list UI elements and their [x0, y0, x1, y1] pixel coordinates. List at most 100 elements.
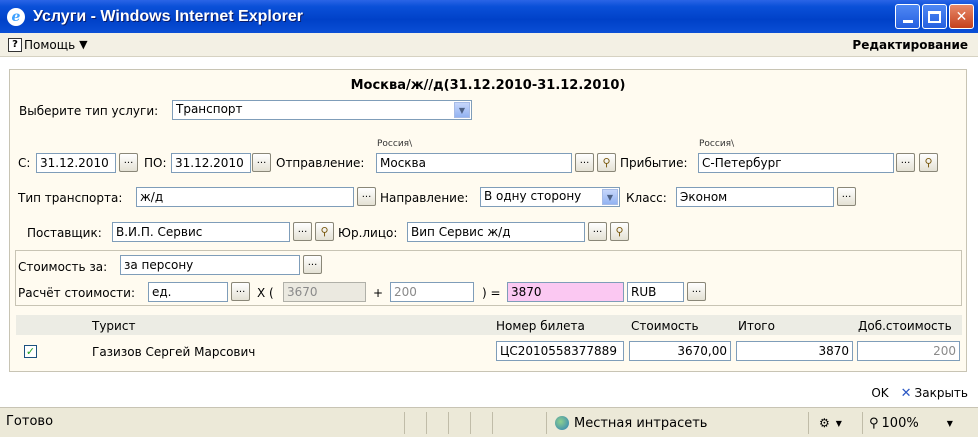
ticket-number-input[interactable]	[496, 341, 624, 361]
window-title: Услуги - Windows Internet Explorer	[33, 7, 303, 25]
service-type-label: Выберите тип услуги:	[19, 104, 159, 118]
departure-search-button[interactable]: ⚲	[597, 153, 616, 172]
date-from-label: С:	[18, 156, 31, 170]
chevron-down-icon: ▼	[454, 102, 470, 118]
col-ticket-number: Номер билета	[496, 319, 585, 333]
cost-calc-label: Расчёт стоимости:	[18, 286, 136, 300]
security-zone[interactable]: Местная интрасеть	[546, 412, 806, 434]
arrival-country: Россия\	[699, 139, 735, 149]
status-segment	[448, 412, 468, 434]
close-button-label: Закрыть	[914, 386, 968, 400]
transport-type-input[interactable]	[136, 187, 354, 207]
direction-select[interactable]: В одну сторону ▼	[480, 187, 620, 207]
supplier-select-button[interactable]: ...	[293, 222, 312, 241]
status-segment	[470, 412, 490, 434]
legal-entity-input[interactable]	[407, 222, 585, 242]
window-titlebar: e Услуги - Windows Internet Explorer ✕	[0, 0, 978, 33]
close-window-button[interactable]: ✕	[949, 4, 974, 29]
zoom-icon: ⚲	[869, 415, 879, 431]
total-cost-input[interactable]	[507, 282, 624, 302]
legal-entity-label: Юр.лицо:	[338, 226, 398, 240]
zone-label: Местная интрасеть	[574, 415, 708, 431]
date-from-picker-button[interactable]: ...	[119, 153, 138, 172]
service-form-panel: Москва/ж//д(31.12.2010-31.12.2010) Выбер…	[9, 69, 967, 372]
search-icon: ⚲	[320, 225, 329, 238]
globe-icon	[555, 416, 569, 430]
menubar: ? Помощь ▼ Редактирование	[0, 33, 978, 57]
equals-sign: ) =	[482, 286, 501, 300]
price-input[interactable]	[629, 341, 731, 361]
help-menu[interactable]: ? Помощь ▼	[8, 37, 88, 52]
maximize-button[interactable]	[922, 4, 947, 29]
base-cost-input	[283, 282, 366, 302]
dialog-footer: OK ✕ Закрыть	[0, 381, 978, 405]
protected-mode-icon: ⚙	[819, 416, 830, 430]
route-title: Москва/ж//д(31.12.2010-31.12.2010)	[350, 78, 626, 93]
cost-per-input[interactable]	[120, 255, 300, 275]
search-icon: ⚲	[924, 156, 933, 169]
zoom-control[interactable]: ⚲ 100% ▼	[862, 412, 978, 434]
maximize-icon	[928, 10, 941, 23]
cost-per-button[interactable]: ...	[303, 255, 322, 274]
minimize-button[interactable]	[895, 4, 920, 29]
chevron-down-icon: ▼	[79, 38, 88, 51]
mode-label: Редактирование	[852, 37, 968, 52]
row-total-input[interactable]	[736, 341, 853, 361]
currency-input[interactable]	[627, 282, 684, 302]
minimize-icon	[902, 20, 913, 23]
legal-entity-search-button[interactable]: ⚲	[610, 222, 629, 241]
search-icon: ⚲	[602, 156, 611, 169]
date-to-picker-button[interactable]: ...	[252, 153, 271, 172]
ie-logo-icon: e	[7, 7, 25, 26]
service-type-select[interactable]: Транспорт ▼	[172, 100, 472, 120]
supplier-label: Поставщик:	[27, 226, 102, 240]
transport-type-button[interactable]: ...	[357, 187, 376, 206]
tourist-table-header	[16, 315, 962, 335]
col-tourist: Турист	[92, 319, 136, 333]
col-extra-cost: Доб.стоимость	[858, 319, 952, 333]
arrival-city-input[interactable]	[698, 153, 894, 173]
arrival-search-button[interactable]: ⚲	[919, 153, 938, 172]
help-menu-label: Помощь	[24, 37, 76, 52]
departure-label: Отправление:	[276, 156, 365, 170]
class-label: Класс:	[626, 191, 667, 205]
chevron-down-icon: ▼	[835, 418, 842, 428]
transport-type-label: Тип транспорта:	[18, 191, 123, 205]
currency-select-button[interactable]: ...	[687, 282, 706, 301]
legal-entity-select-button[interactable]: ...	[588, 222, 607, 241]
date-to-input[interactable]	[171, 153, 251, 173]
multiply-open: X (	[257, 286, 274, 300]
departure-select-button[interactable]: ...	[575, 153, 594, 172]
row-extra-cost-input[interactable]	[857, 341, 960, 361]
close-x-icon: ✕	[900, 385, 912, 401]
unit-input[interactable]	[148, 282, 228, 302]
supplier-search-button[interactable]: ⚲	[315, 222, 334, 241]
status-segment	[426, 412, 446, 434]
status-bar: Готово Местная интрасеть ⚙ ▼ ⚲ 100% ▼	[0, 407, 978, 437]
extra-cost-input[interactable]	[390, 282, 474, 302]
ok-button[interactable]: OK	[871, 386, 888, 400]
close-button[interactable]: ✕ Закрыть	[901, 386, 968, 401]
unit-select-button[interactable]: ...	[231, 282, 250, 301]
tourist-select-checkbox[interactable]: ✓	[24, 345, 37, 358]
arrival-select-button[interactable]: ...	[896, 153, 915, 172]
departure-country: Россия\	[377, 139, 413, 149]
direction-value: В одну сторону	[484, 189, 582, 203]
col-total: Итого	[738, 319, 775, 333]
cost-per-label: Стоимость за:	[18, 260, 108, 274]
chevron-down-icon: ▼	[946, 418, 953, 428]
status-ready: Готово	[6, 414, 54, 429]
protected-mode-toggle[interactable]: ⚙ ▼	[808, 412, 863, 434]
zoom-level: 100%	[881, 415, 919, 431]
tourist-name: Газизов Сергей Марсович	[92, 345, 256, 359]
chevron-down-icon: ▼	[602, 189, 618, 205]
departure-city-input[interactable]	[376, 153, 572, 173]
status-segment	[404, 412, 424, 434]
supplier-input[interactable]	[112, 222, 290, 242]
class-select-button[interactable]: ...	[837, 187, 856, 206]
date-from-input[interactable]	[36, 153, 116, 173]
class-input[interactable]	[676, 187, 834, 207]
close-icon: ✕	[955, 8, 968, 25]
search-icon: ⚲	[615, 225, 624, 238]
arrival-label: Прибытие:	[620, 156, 688, 170]
